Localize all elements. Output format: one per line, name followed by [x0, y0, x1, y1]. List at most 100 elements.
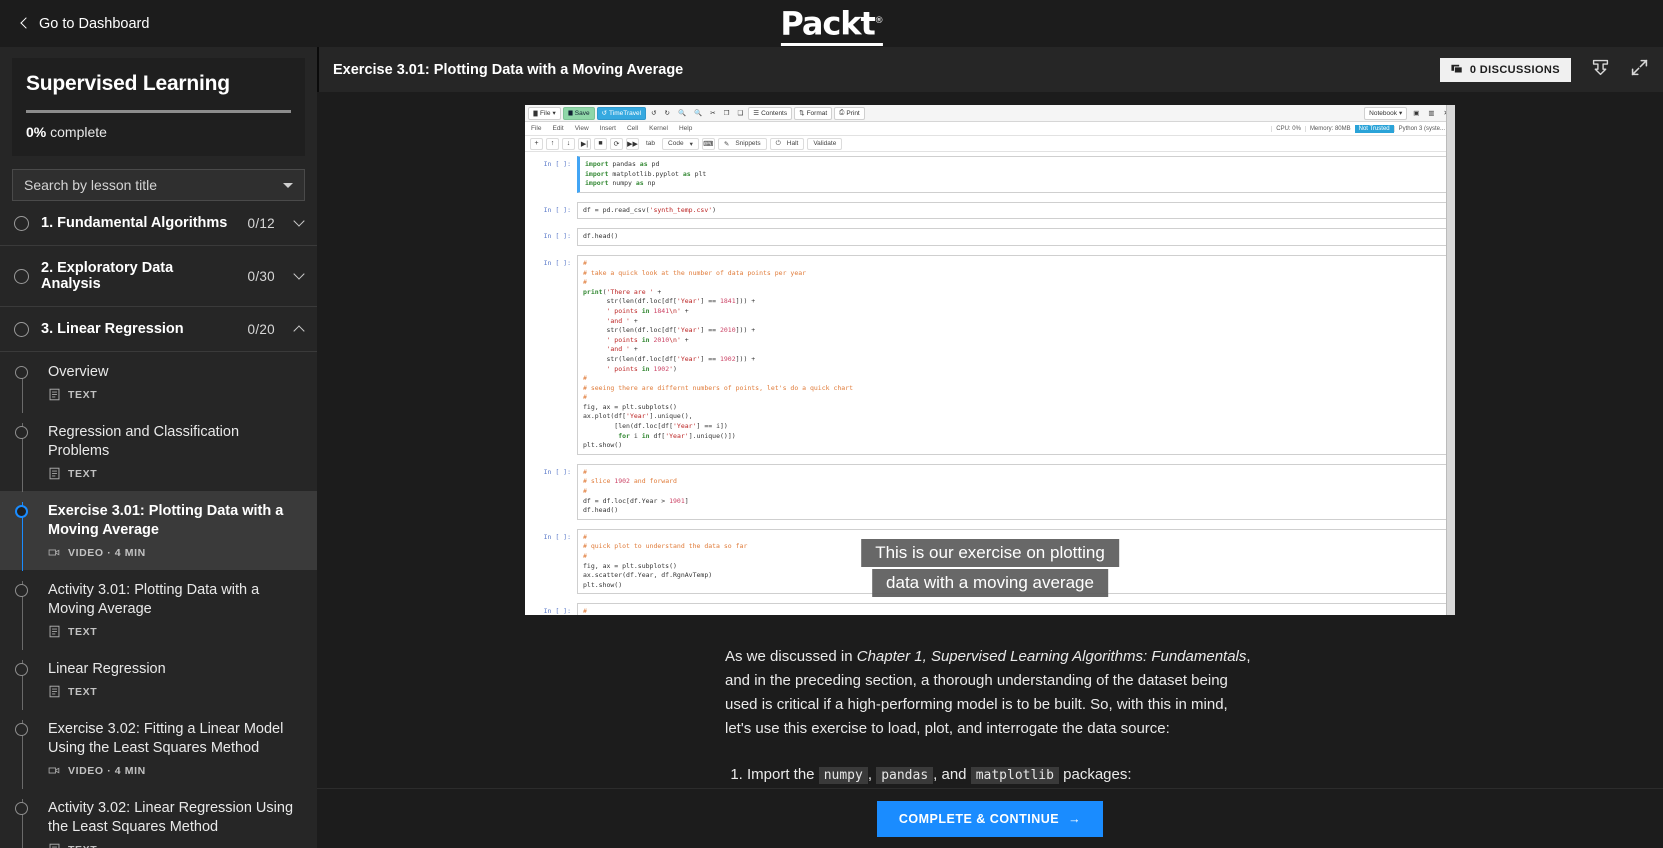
zoom-out-icon[interactable]: 🔍	[691, 107, 705, 120]
copy-icon[interactable]: ❐	[721, 107, 733, 120]
menu-item-view[interactable]: View	[575, 125, 589, 132]
add-cell-icon[interactable]: +	[530, 137, 543, 150]
section-status-circle-icon	[14, 321, 29, 337]
keyboard-icon[interactable]: ⌨	[701, 137, 715, 150]
chevron-up-icon	[293, 324, 305, 337]
lesson-item-activity-3-01[interactable]: Activity 3.01: Plotting Data with a Movi…	[0, 570, 317, 650]
notebook-type-select[interactable]: Notebook ▾	[1364, 106, 1408, 120]
notebook-cell[interactable]: In [ ]: # # quick plot to understand the…	[531, 528, 1449, 595]
lesson-marker	[14, 581, 48, 650]
notebook-save-button[interactable]: Save	[562, 106, 595, 120]
complete-and-continue-button[interactable]: COMPLETE & CONTINUE →	[876, 800, 1104, 837]
lesson-meta: TEXT	[48, 625, 297, 638]
printer-icon: ⎙	[839, 109, 845, 116]
lesson-item-exercise-3-02[interactable]: Exercise 3.02: Fitting a Linear Model Us…	[0, 709, 317, 789]
cut-icon[interactable]: ✂	[707, 107, 718, 120]
validate-label: Validate	[813, 140, 837, 147]
lesson-title: Linear Regression	[48, 661, 166, 677]
stop-icon[interactable]: ■	[594, 137, 607, 150]
chevron-down-icon	[293, 267, 305, 280]
notebook-format-button[interactable]: ⇅ Format	[794, 106, 833, 120]
menu-item-help[interactable]: Help	[679, 125, 692, 132]
lesson-item-activity-3-02[interactable]: Activity 3.02: Linear Regression Using t…	[0, 788, 317, 848]
download-icon[interactable]	[1591, 58, 1610, 82]
notebook-cell[interactable]: In [ ]: # # slice 1902 and forward # df …	[531, 463, 1449, 520]
sidebar-section-exploratory-data-analysis[interactable]: 2. Exploratory Data Analysis 0/30	[0, 246, 317, 307]
lesson-item-linear-regression[interactable]: Linear Regression TEXT	[0, 649, 317, 710]
cell-source[interactable]: # # quick plot to understand the data so…	[577, 528, 1449, 595]
notebook-cell[interactable]: In [ ]: # # roll up by year # df_group_y…	[531, 603, 1449, 615]
lesson-item-overview[interactable]: Overview TEXT	[0, 352, 317, 413]
cell-source[interactable]: # # roll up by year # df_group_year = (d…	[577, 603, 1449, 615]
notebook-cell[interactable]: In [ ]: import pandas as pd import matpl…	[531, 156, 1449, 193]
lesson-search-dropdown[interactable]: Search by lesson title	[12, 169, 305, 201]
chevron-down-icon	[283, 182, 293, 188]
lesson-item-regression-and-classification-problems[interactable]: Regression and Classification Problems T…	[0, 412, 317, 492]
move-down-icon[interactable]: ↓	[562, 137, 575, 150]
notebook-cell[interactable]: In [ ]: # # take a quick look at the num…	[531, 254, 1449, 455]
lesson-item-exercise-3-01[interactable]: Exercise 3.01: Plotting Data with a Movi…	[0, 491, 317, 571]
fullscreen-icon[interactable]	[1630, 58, 1649, 82]
menu-item-insert[interactable]: Insert	[600, 125, 616, 132]
list-icon: ☰	[753, 110, 760, 117]
restart-kernel-icon[interactable]: ⟳	[610, 137, 623, 150]
lesson-body: Exercise 3.02: Fitting a Linear Model Us…	[48, 720, 303, 777]
discussions-button[interactable]: 0 DISCUSSIONS	[1439, 57, 1571, 82]
panel-left-icon[interactable]: ▣	[1410, 107, 1422, 120]
notebook-cell[interactable]: In [ ]: df.head()	[531, 228, 1449, 246]
notebook-toolbar-right: Notebook ▾ ▣ ▥ ✕	[1364, 106, 1452, 120]
course-progress-card: Supervised Learning 0% complete	[12, 58, 305, 156]
cell-type-value: Code	[668, 140, 684, 147]
lesson-status-circle-icon	[15, 584, 28, 597]
menu-item-cell[interactable]: Cell	[627, 125, 638, 132]
save-disk-icon	[568, 110, 573, 116]
notebook-cell[interactable]: In [ ]: df = pd.read_csv('synth_temp.csv…	[531, 201, 1449, 220]
redo-icon[interactable]: ↻	[662, 107, 673, 120]
course-sidebar[interactable]: Supervised Learning 0% complete Search b…	[0, 47, 317, 848]
run-all-icon[interactable]: ▶▶	[626, 137, 639, 150]
progress-bar	[26, 110, 291, 113]
cell-prompt: In [ ]:	[543, 232, 571, 241]
undo-icon[interactable]: ↺	[648, 107, 659, 120]
halt-button[interactable]: ⏻ Halt	[769, 137, 805, 150]
section-title: 2. Exploratory Data Analysis	[41, 260, 174, 292]
validate-button[interactable]: Validate	[807, 137, 843, 150]
lesson-footer: COMPLETE & CONTINUE →	[317, 788, 1663, 848]
go-to-dashboard-link[interactable]: Go to Dashboard	[0, 16, 149, 32]
notebook-file-button[interactable]: File ▾	[528, 106, 561, 120]
menu-item-file[interactable]: File	[531, 125, 541, 132]
article-intro-paragraph: As we discussed in Chapter 1, Supervised…	[725, 645, 1255, 741]
panel-right-icon[interactable]: ▥	[1425, 107, 1437, 120]
cell-source[interactable]: # # slice 1902 and forward # df = df.loc…	[577, 463, 1449, 520]
run-cell-icon[interactable]: ▶|	[578, 137, 591, 150]
cell-type-select[interactable]: Code ▾	[662, 137, 699, 150]
trust-status-badge[interactable]: Not Trusted	[1354, 124, 1394, 133]
format-icon: ⇅	[799, 110, 805, 117]
cell-source[interactable]: df.head()	[577, 228, 1449, 246]
content-area: File ▾ Save ↺ TimeTravel ↺ ↻ 🔍 🔍 ✂ ❐ ❑ ☰…	[317, 92, 1663, 788]
lesson-marker	[14, 660, 48, 710]
notebook-print-button[interactable]: ⎙ Print	[834, 106, 865, 120]
top-bar: Go to Dashboard Packt®	[0, 0, 1663, 47]
cell-source[interactable]: # # take a quick look at the number of d…	[577, 254, 1449, 455]
menu-item-edit[interactable]: Edit	[552, 125, 563, 132]
zoom-in-icon[interactable]: 🔍	[675, 107, 689, 120]
notebook-cells-area[interactable]: In [ ]: import pandas as pd import matpl…	[525, 152, 1455, 615]
snippets-button[interactable]: ✎ Snippets	[717, 137, 767, 150]
cell-source[interactable]: import pandas as pd import matplotlib.py…	[577, 156, 1449, 193]
paste-icon[interactable]: ❑	[734, 107, 746, 120]
lesson-meta-label: TEXT	[68, 844, 97, 848]
notebook-save-label: Save	[574, 109, 590, 117]
notebook-timetravel-button[interactable]: ↺ TimeTravel	[596, 106, 647, 120]
menu-item-kernel[interactable]: Kernel	[649, 125, 668, 132]
lesson-meta-label: VIDEO · 4 MIN	[68, 764, 146, 777]
notebook-print-label: Print	[846, 109, 860, 117]
move-up-icon[interactable]: ↑	[546, 137, 559, 150]
text-document-icon	[49, 843, 60, 848]
sidebar-section-linear-regression[interactable]: 3. Linear Regression 0/20	[0, 307, 317, 352]
cell-source[interactable]: df = pd.read_csv('synth_temp.csv')	[577, 201, 1449, 220]
sidebar-section-fundamental-algorithms[interactable]: 1. Fundamental Algorithms 0/12	[0, 201, 317, 246]
lesson-video-player[interactable]: File ▾ Save ↺ TimeTravel ↺ ↻ 🔍 🔍 ✂ ❐ ❑ ☰…	[525, 105, 1455, 615]
notebook-contents-button[interactable]: ☰ Contents	[748, 106, 793, 120]
main-content: Exercise 3.01: Plotting Data with a Movi…	[317, 47, 1663, 848]
